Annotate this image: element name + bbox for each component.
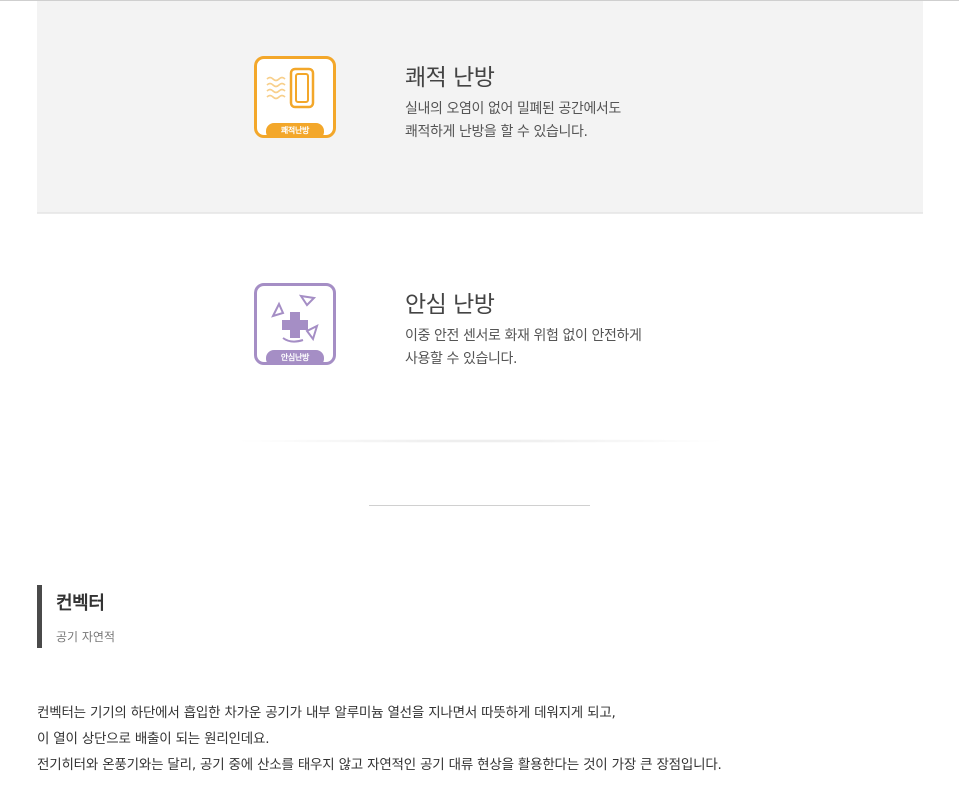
feature-description-line: 쾌적하게 난방을 할 수 있습니다.	[405, 124, 588, 140]
icon-tag-label: 쾌적난방	[266, 123, 324, 138]
feature-title: 쾌적 난방	[405, 65, 495, 91]
block-shadow	[230, 439, 730, 443]
feature-description-line: 사용할 수 있습니다.	[405, 351, 517, 367]
feature-title: 안심 난방	[405, 292, 495, 318]
body-line: 컨벡터는 기기의 하단에서 흡입한 차가운 공기가 내부 알루미늄 열선을 지나…	[37, 705, 616, 721]
safe-heating-icon: 안심난방	[254, 283, 336, 365]
feature-comfort-heating: 쾌적난방 쾌적 난방 실내의 오염이 없어 밀폐된 공간에서도 쾌적하게 난방을…	[37, 1, 923, 214]
section-divider	[369, 505, 590, 506]
heading-accent-bar	[37, 585, 42, 648]
body-line: 전기히터와 온풍기와는 달리, 공기 중에 산소를 태우지 않고 자연적인 공기…	[37, 757, 722, 773]
body-line: 이 열이 상단으로 배출이 되는 원리인데요.	[37, 731, 270, 747]
feature-description: 실내의 오염이 없어 밀폐된 공간에서도 쾌적하게 난방을 할 수 있습니다.	[405, 98, 621, 144]
icon-tag-label: 안심난방	[266, 350, 324, 365]
section-title: 컨벡터	[56, 593, 105, 614]
section-subtitle: 공기 자연적	[56, 630, 116, 644]
section-body: 컨벡터는 기기의 하단에서 흡입한 차가운 공기가 내부 알루미늄 열선을 지나…	[37, 700, 722, 778]
comfort-heating-icon: 쾌적난방	[254, 56, 336, 138]
feature-description-line: 실내의 오염이 없어 밀폐된 공간에서도	[405, 101, 621, 117]
feature-description: 이중 안전 센서로 화재 위험 없이 안전하게 사용할 수 있습니다.	[405, 325, 642, 371]
feature-description-line: 이중 안전 센서로 화재 위험 없이 안전하게	[405, 328, 642, 344]
feature-safe-heating: 안심난방 안심 난방 이중 안전 센서로 화재 위험 없이 안전하게 사용할 수…	[37, 214, 923, 442]
